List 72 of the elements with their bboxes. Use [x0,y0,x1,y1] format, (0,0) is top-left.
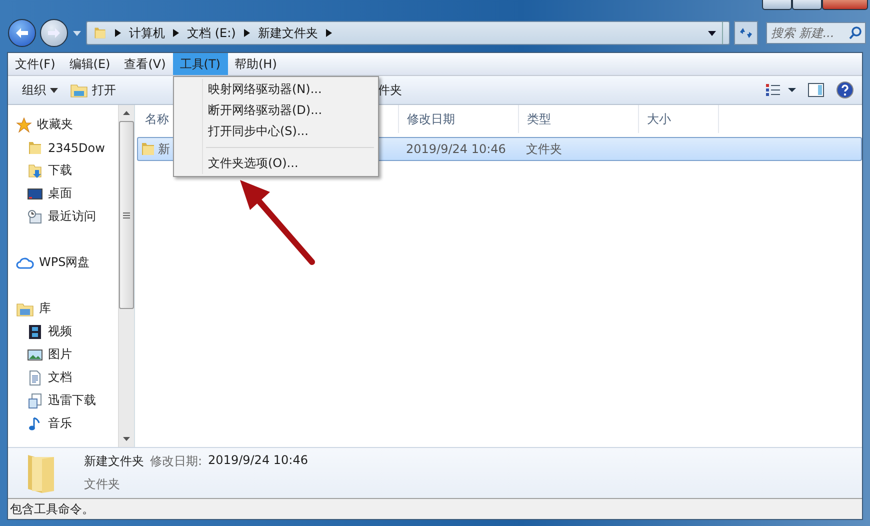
caret-icon [50,88,58,92]
file-name: 新 [158,140,170,158]
file-name: 新建文件夹 [84,453,144,470]
modified-date: 2019/9/24 10:46 [406,142,506,156]
document-icon [27,370,43,386]
breadcrumb[interactable]: 新建文件夹 [258,24,318,42]
column-header[interactable]: 类型 [519,105,639,133]
breadcrumb[interactable]: 文档 (E:) [187,24,236,42]
nav-item[interactable]: 2345Dow [16,136,118,159]
chevron-icon[interactable] [244,29,250,37]
menu-item[interactable]: 文件(F) [8,53,62,75]
recent-places-icon [27,208,43,224]
close-button[interactable] [822,0,868,10]
star-icon [16,116,32,132]
document-stack-icon [27,392,43,408]
menu-item[interactable]: 工具(T) [172,53,228,75]
forward-button[interactable] [40,19,68,47]
column-header[interactable]: 修改日期 [399,105,519,133]
field-value: 2019/9/24 10:46 [208,453,308,469]
menu-option[interactable]: 映射网络驱动器(N)... [176,79,376,100]
cloud-icon [16,256,34,270]
file-type: 文件夹 [84,476,121,493]
breadcrumb[interactable]: 计算机 [129,24,165,42]
chevron-icon[interactable] [173,29,179,37]
history-dropdown[interactable] [72,30,82,36]
folder-icon [27,140,43,156]
organize-button[interactable]: 组织 [16,78,64,102]
picture-icon [27,346,43,362]
preview-pane-icon[interactable] [808,83,824,97]
back-button[interactable] [8,19,36,47]
library-icon [16,300,34,316]
column-header[interactable]: 大小 [639,105,719,133]
address-bar[interactable]: 计算机 文档 (E:) 新建文件夹 [86,21,730,45]
desktop-icon [27,186,43,202]
nav-item[interactable]: 图片 [16,343,118,366]
maximize-button[interactable] [792,0,822,10]
nav-item[interactable]: 最近访问 [16,205,118,228]
nav-item[interactable]: 音乐 [16,412,118,435]
nav-item[interactable]: 文档 [16,366,118,389]
folder-icon [70,82,88,98]
chevron-icon[interactable] [115,29,121,37]
download-folder-icon [27,162,43,178]
nav-item[interactable]: 下载 [16,159,118,182]
forward-arrow-icon [47,27,61,39]
nav-item[interactable]: 桌面 [16,182,118,205]
chevron-icon[interactable] [326,29,332,37]
dropdown-icon[interactable] [708,30,716,36]
menu-item[interactable]: 编辑(E) [62,53,118,75]
view-options-icon[interactable] [766,84,796,96]
menu-item[interactable]: 帮助(H) [228,53,284,75]
refresh-button[interactable] [734,21,758,45]
scrollbar-thumb[interactable] [119,121,134,309]
folder-icon [140,141,156,157]
search-icon[interactable] [848,26,862,40]
status-text: 包含工具命令。 [10,500,94,518]
nav-item[interactable]: 收藏夹 [16,113,118,136]
nav-item[interactable]: 库 [16,297,118,320]
help-icon[interactable] [836,81,854,99]
open-button[interactable]: 打开 [64,78,122,102]
minimize-button[interactable] [762,0,792,10]
nav-item[interactable]: 视频 [16,320,118,343]
nav-item[interactable]: WPS网盘 [16,251,118,274]
film-icon [27,324,43,340]
field-label: 修改日期: [150,453,202,470]
menu-item[interactable]: 查看(V) [117,53,173,75]
search-field[interactable]: 搜索 新建... [766,22,866,44]
nav-item[interactable]: 迅雷下载 [16,389,118,412]
file-type: 文件夹 [526,140,562,158]
folder-icon [93,25,107,41]
menu-option[interactable]: 断开网络驱动器(D)... [176,100,376,121]
back-arrow-icon [15,27,29,39]
refresh-icon [738,26,754,40]
